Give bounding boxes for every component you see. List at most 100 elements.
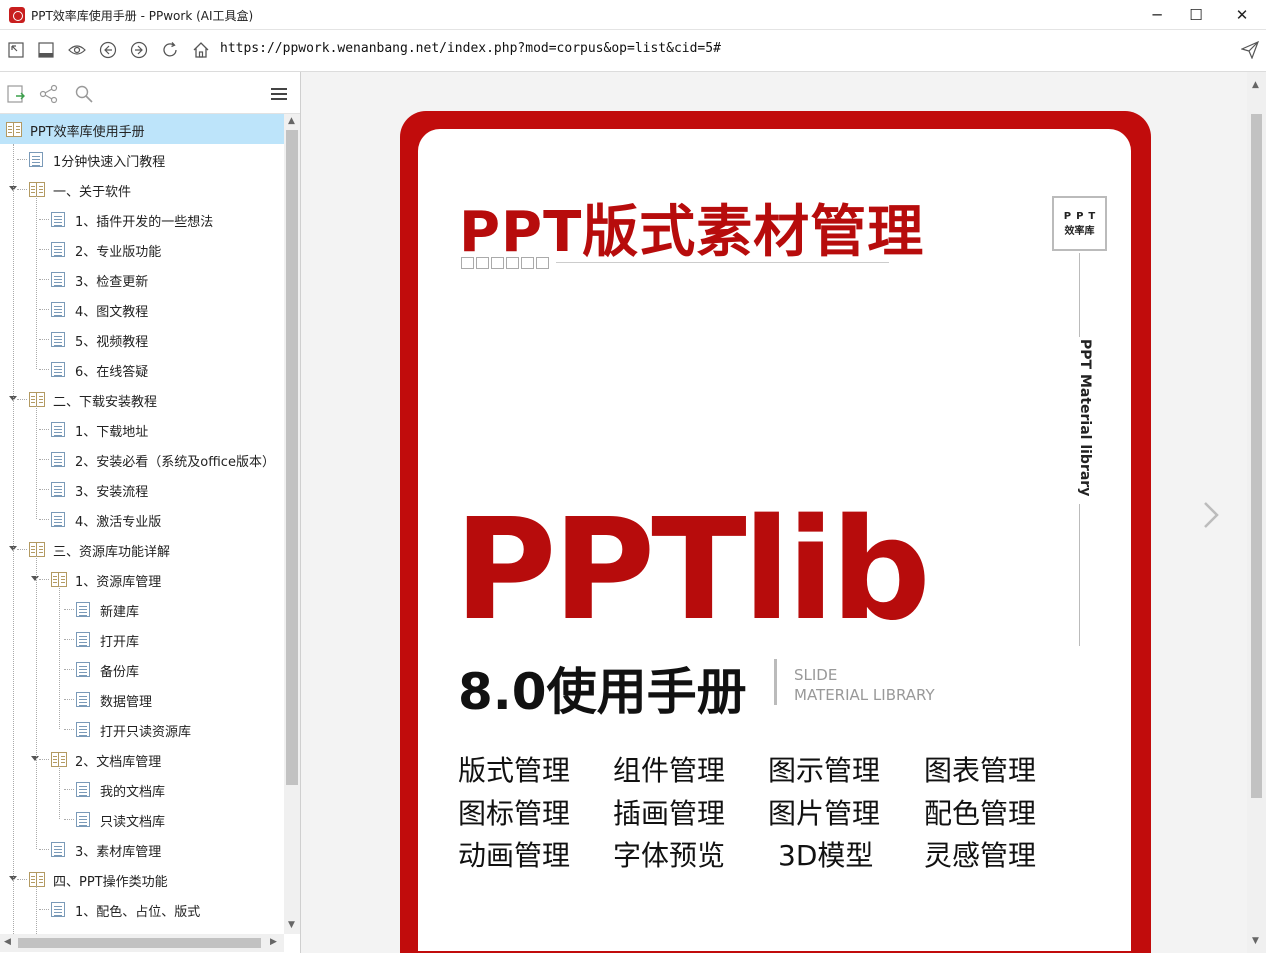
collapse-toggle-icon[interactable] xyxy=(31,576,39,581)
export-icon[interactable] xyxy=(5,83,27,105)
toc-folder[interactable]: 三、资源库功能详解 xyxy=(0,534,284,564)
title-decoration xyxy=(461,257,549,269)
tree-connector xyxy=(64,669,74,670)
toc-item[interactable]: 备份库 xyxy=(0,654,284,684)
toc-label: 4、图文教程 xyxy=(75,305,149,320)
close-button[interactable]: ✕ xyxy=(1219,0,1265,30)
toc-vertical-scrollbar[interactable]: ▲ ▼ xyxy=(284,114,300,934)
toc-horizontal-scrollbar[interactable]: ◀ ▶ xyxy=(0,934,284,952)
toc-item[interactable]: 1、插件开发的一些想法 xyxy=(0,204,284,234)
book-icon xyxy=(51,752,67,767)
document-icon xyxy=(76,812,90,827)
toc-item[interactable]: 3、检查更新 xyxy=(0,264,284,294)
address-bar: https://ppwork.wenanbang.net/index.php?m… xyxy=(0,30,1266,72)
content-scroll-up-icon[interactable]: ▲ xyxy=(1252,80,1259,90)
toc-folder[interactable]: PPT效率库使用手册 xyxy=(0,114,284,144)
tree-connector xyxy=(64,639,74,640)
document-icon xyxy=(76,782,90,797)
document-icon xyxy=(76,692,90,707)
book-icon xyxy=(29,392,45,407)
feature-label: 字体预览 xyxy=(613,839,726,872)
send-icon[interactable] xyxy=(1240,40,1260,60)
toc-item[interactable]: 数据管理 xyxy=(0,684,284,714)
search-icon[interactable] xyxy=(73,83,95,105)
badge-line1: PPT xyxy=(1063,210,1101,222)
feature-label: 图标管理 xyxy=(458,797,571,830)
toc-folder[interactable]: 1、资源库管理 xyxy=(0,564,284,594)
book-icon xyxy=(29,542,45,557)
back-icon[interactable] xyxy=(98,40,118,60)
scroll-left-icon[interactable]: ◀ xyxy=(4,937,11,947)
content-scroll-down-icon[interactable]: ▼ xyxy=(1252,936,1259,946)
toc-label: 1分钟快速入门教程 xyxy=(53,155,166,170)
cover-page-inner: PPT版式素材管理 PPT 效率库 PPT Material library P… xyxy=(418,129,1131,951)
toc-item[interactable]: 打开库 xyxy=(0,624,284,654)
toc-label: 1、资源库管理 xyxy=(75,575,162,590)
content-vertical-scrollbar[interactable]: ▲ ▼ xyxy=(1247,72,1266,953)
scroll-up-icon[interactable]: ▲ xyxy=(288,116,295,126)
sidebar-toggle-icon[interactable] xyxy=(36,40,56,60)
scroll-right-icon[interactable]: ▶ xyxy=(270,937,277,947)
toc-hscroll-thumb[interactable] xyxy=(18,938,261,948)
tree-connector xyxy=(64,789,74,790)
maximize-button[interactable]: ☐ xyxy=(1173,0,1219,30)
toc-label: 新建库 xyxy=(100,605,140,620)
toc-item[interactable]: 我的文档库 xyxy=(0,774,284,804)
tree-connector xyxy=(39,579,49,580)
next-page-icon[interactable] xyxy=(1201,500,1221,538)
forward-icon[interactable] xyxy=(129,40,149,60)
toc-label: 三、资源库功能详解 xyxy=(53,545,171,560)
toc-item[interactable]: 3、安装流程 xyxy=(0,474,284,504)
document-icon xyxy=(51,212,65,227)
toc-item[interactable]: 4、激活专业版 xyxy=(0,504,284,534)
tree-connector xyxy=(39,339,49,340)
home-icon[interactable] xyxy=(191,40,211,60)
toc-scroll-thumb[interactable] xyxy=(286,130,298,785)
document-icon xyxy=(76,662,90,677)
content-scroll-thumb[interactable] xyxy=(1251,114,1262,798)
tree-connector xyxy=(39,219,49,220)
eye-icon[interactable] xyxy=(67,40,87,60)
toc-item[interactable]: 新建库 xyxy=(0,594,284,624)
toc-folder[interactable]: 二、下载安装教程 xyxy=(0,384,284,414)
document-icon xyxy=(76,632,90,647)
menu-icon[interactable] xyxy=(268,83,290,105)
refresh-icon[interactable] xyxy=(160,40,180,60)
tree-connector xyxy=(17,399,27,400)
toc-label: 6、在线答疑 xyxy=(75,365,149,380)
toc-item[interactable]: 1分钟快速入门教程 xyxy=(0,144,284,174)
toc-folder[interactable]: 2、文档库管理 xyxy=(0,744,284,774)
url-field[interactable]: https://ppwork.wenanbang.net/index.php?m… xyxy=(220,41,721,56)
toc-item[interactable]: 只读文档库 xyxy=(0,804,284,834)
toc-item[interactable]: 3、素材库管理 xyxy=(0,834,284,864)
feature-label: 图示管理 xyxy=(768,754,881,787)
toc-item[interactable]: 5、视频教程 xyxy=(0,324,284,354)
share-icon[interactable] xyxy=(38,83,60,105)
toc-label: 1、配色、占位、版式 xyxy=(75,905,201,920)
toc-item[interactable]: 1、配色、占位、版式 xyxy=(0,894,284,924)
toc-folder[interactable]: 一、关于软件 xyxy=(0,174,284,204)
toc-label: 2、文档库管理 xyxy=(75,755,162,770)
slide-caption: SLIDE MATERIAL LIBRARY xyxy=(794,665,935,705)
toc-folder[interactable]: 四、PPT操作类功能 xyxy=(0,864,284,894)
tree-connector xyxy=(39,459,49,460)
toc-item[interactable]: 2、安装必看（系统及office版本） xyxy=(0,444,284,474)
document-icon xyxy=(51,362,65,377)
toc-item[interactable]: 1、下载地址 xyxy=(0,414,284,444)
fullscreen-icon[interactable] xyxy=(6,40,26,60)
collapse-toggle-icon[interactable] xyxy=(31,756,39,761)
scroll-down-icon[interactable]: ▼ xyxy=(288,920,295,930)
slide-caption-line1: SLIDE xyxy=(794,666,838,684)
document-icon xyxy=(51,512,65,527)
toc-item[interactable]: 2、专业版功能 xyxy=(0,234,284,264)
toc-item[interactable]: 打开只读资源库 xyxy=(0,714,284,744)
sidebar: PPT效率库使用手册 1分钟快速入门教程一、关于软件 1、插件开发的一些想法 2、专业… xyxy=(0,72,301,953)
toc-label: 二、下载安装教程 xyxy=(53,395,158,410)
book-icon xyxy=(6,122,22,137)
vertical-caption: PPT Material library xyxy=(1077,339,1093,497)
document-icon xyxy=(51,242,65,257)
cover-title: PPT版式素材管理 xyxy=(459,200,925,265)
toc-label: 2、专业版功能 xyxy=(75,245,162,260)
toc-item[interactable]: 6、在线答疑 xyxy=(0,354,284,384)
toc-item[interactable]: 4、图文教程 xyxy=(0,294,284,324)
